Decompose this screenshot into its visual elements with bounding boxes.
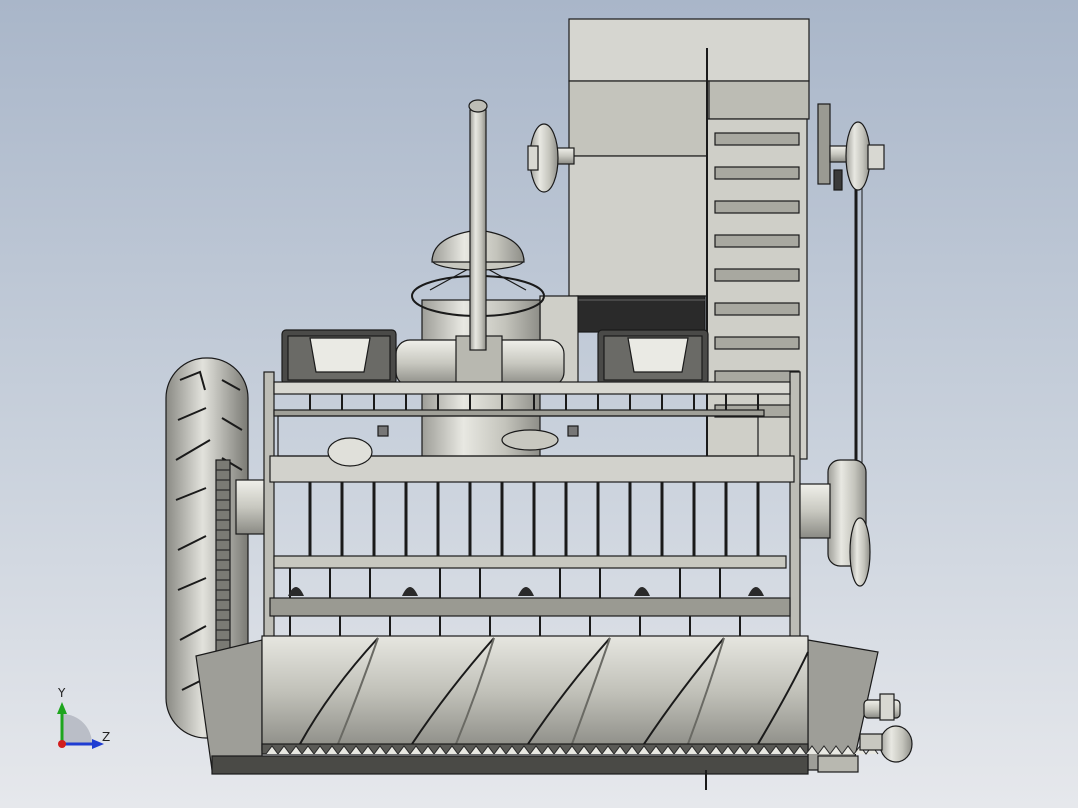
x-axis-dot <box>58 740 66 748</box>
header-auger <box>195 635 879 790</box>
reel-frame <box>263 371 801 663</box>
headlight-right <box>597 329 709 385</box>
y-axis-label: Y <box>58 686 66 700</box>
reel-drive-hub <box>799 459 871 587</box>
right-drive-pulleys <box>817 103 885 470</box>
headlight-left <box>281 329 397 385</box>
cad-viewport[interactable]: Y Z <box>0 0 1078 808</box>
z-axis-label: Z <box>102 730 111 744</box>
left-upper-pulley <box>527 123 575 193</box>
combine-harvester-model[interactable] <box>0 0 1078 808</box>
